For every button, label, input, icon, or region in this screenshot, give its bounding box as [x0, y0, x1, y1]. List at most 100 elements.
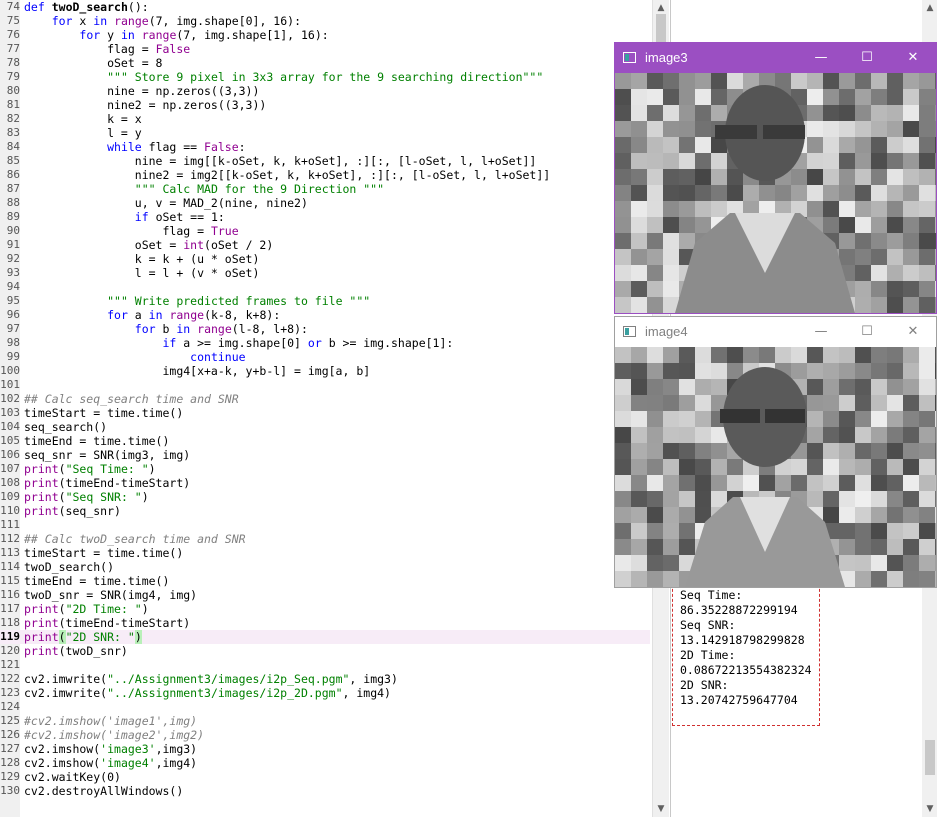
code-line[interactable]: 104 seq_search(): [0, 420, 650, 434]
code-text[interactable]: cv2.waitKey(0): [24, 770, 121, 784]
code-line[interactable]: 95 """ Write predicted frames to file ""…: [0, 294, 650, 308]
code-text[interactable]: """ Calc MAD for the 9 Direction """: [24, 182, 384, 196]
code-line[interactable]: 106 seq_snr = SNR(img3, img): [0, 448, 650, 462]
code-text[interactable]: nine2 = img2[[k-oSet, k, k+oSet], :][:, …: [24, 168, 550, 182]
image3-window[interactable]: image3 — ☐ ✕: [614, 42, 937, 314]
code-text[interactable]: print("2D Time: "): [24, 602, 149, 616]
code-text[interactable]: for x in range(7, img.shape[0], 16):: [24, 14, 301, 28]
code-line[interactable]: 105 timeEnd = time.time(): [0, 434, 650, 448]
code-text[interactable]: print(timeEnd-timeStart): [24, 476, 190, 490]
code-line[interactable]: 112 ## Calc twoD_search time and SNR: [0, 532, 650, 546]
code-line[interactable]: 82 k = x: [0, 112, 650, 126]
code-text[interactable]: for a in range(k-8, k+8):: [24, 308, 280, 322]
code-text[interactable]: u, v = MAD_2(nine, nine2): [24, 196, 308, 210]
code-text[interactable]: print(twoD_snr): [24, 644, 128, 658]
code-line[interactable]: 98 if a >= img.shape[0] or b >= img.shap…: [0, 336, 650, 350]
code-line[interactable]: 76 for y in range(7, img.shape[1], 16):: [0, 28, 650, 42]
code-text[interactable]: seq_search(): [24, 420, 107, 434]
code-text[interactable]: def twoD_search():: [24, 0, 149, 14]
code-line[interactable]: 102 ## Calc seq_search time and SNR: [0, 392, 650, 406]
code-line[interactable]: 80 nine = np.zeros((3,3)): [0, 84, 650, 98]
code-line[interactable]: 81 nine2 = np.zeros((3,3)): [0, 98, 650, 112]
code-line[interactable]: 90 flag = True: [0, 224, 650, 238]
code-line[interactable]: 110 print(seq_snr): [0, 504, 650, 518]
code-text[interactable]: while flag == False:: [24, 140, 246, 154]
code-editor[interactable]: 74 def twoD_search(): 75 for x in range(7,…: [0, 0, 655, 817]
scroll-down-arrow-icon[interactable]: ▼: [922, 801, 937, 817]
code-line[interactable]: 114 twoD_search(): [0, 560, 650, 574]
code-line[interactable]: 83 l = y: [0, 126, 650, 140]
code-line[interactable]: 78 oSet = 8: [0, 56, 650, 70]
code-text[interactable]: #cv2.imshow('image2',img2): [24, 728, 204, 742]
scroll-up-arrow-icon[interactable]: ▲: [922, 0, 937, 16]
code-line[interactable]: 93 l = l + (v * oSet): [0, 266, 650, 280]
maximize-icon[interactable]: ☐: [844, 43, 890, 73]
code-line[interactable]: 124: [0, 700, 650, 714]
code-line[interactable]: 92 k = k + (u * oSet): [0, 252, 650, 266]
image4-window[interactable]: image4 — ☐ ✕: [614, 316, 937, 588]
code-text[interactable]: """ Store 9 pixel in 3x3 array for the 9…: [24, 70, 543, 84]
code-line[interactable]: 123 cv2.imwrite("../Assignment3/images/i2…: [0, 686, 650, 700]
code-text[interactable]: timeStart = time.time(): [24, 406, 183, 420]
code-text[interactable]: cv2.imwrite("../Assignment3/images/i2p_2…: [24, 686, 391, 700]
code-line[interactable]: 107 print("Seq Time: "): [0, 462, 650, 476]
scroll-down-arrow-icon[interactable]: ▼: [653, 801, 669, 817]
code-text[interactable]: nine2 = np.zeros((3,3)): [24, 98, 266, 112]
code-text[interactable]: print(seq_snr): [24, 504, 121, 518]
code-text[interactable]: for b in range(l-8, l+8):: [24, 322, 308, 336]
code-text[interactable]: print("Seq SNR: "): [24, 490, 149, 504]
code-line[interactable]: 108 print(timeEnd-timeStart): [0, 476, 650, 490]
code-text[interactable]: print("Seq Time: "): [24, 462, 156, 476]
code-text[interactable]: twoD_snr = SNR(img4, img): [24, 588, 197, 602]
minimize-icon[interactable]: —: [798, 317, 844, 347]
code-line[interactable]: 111: [0, 518, 650, 532]
code-text[interactable]: """ Write predicted frames to file """: [24, 294, 370, 308]
code-line[interactable]: 119 print("2D SNR: "): [0, 630, 650, 644]
code-line[interactable]: 91 oSet = int(oSet / 2): [0, 238, 650, 252]
code-text[interactable]: ## Calc twoD_search time and SNR: [24, 532, 246, 546]
code-line[interactable]: 77 flag = False: [0, 42, 650, 56]
code-text[interactable]: if oSet == 1:: [24, 210, 225, 224]
code-text[interactable]: l = l + (v * oSet): [24, 266, 260, 280]
code-text[interactable]: nine = np.zeros((3,3)): [24, 84, 259, 98]
code-text[interactable]: l = y: [24, 126, 142, 140]
code-line[interactable]: 116 twoD_snr = SNR(img4, img): [0, 588, 650, 602]
close-icon[interactable]: ✕: [890, 317, 936, 347]
code-text[interactable]: timeStart = time.time(): [24, 546, 183, 560]
code-line[interactable]: 128 cv2.imshow('image4',img4): [0, 756, 650, 770]
code-line[interactable]: 79 """ Store 9 pixel in 3x3 array for th…: [0, 70, 650, 84]
code-text[interactable]: seq_snr = SNR(img3, img): [24, 448, 190, 462]
code-text[interactable]: k = x: [24, 112, 142, 126]
code-text[interactable]: continue: [24, 350, 245, 364]
code-line[interactable]: 121: [0, 658, 650, 672]
code-line[interactable]: 100 img4[x+a-k, y+b-l] = img[a, b]: [0, 364, 650, 378]
code-text[interactable]: oSet = int(oSet / 2): [24, 238, 274, 252]
code-line[interactable]: 85 nine = img[[k-oSet, k, k+oSet], :][:,…: [0, 154, 650, 168]
code-text[interactable]: flag = True: [24, 224, 238, 238]
code-line[interactable]: 75 for x in range(7, img.shape[0], 16):: [0, 14, 650, 28]
code-text[interactable]: twoD_search(): [24, 560, 114, 574]
editor-scroll-thumb[interactable]: [656, 14, 666, 42]
code-text[interactable]: img4[x+a-k, y+b-l] = img[a, b]: [24, 364, 370, 378]
code-text[interactable]: for y in range(7, img.shape[1], 16):: [24, 28, 328, 42]
code-text[interactable]: oSet = 8: [24, 56, 162, 70]
code-line[interactable]: 101: [0, 378, 650, 392]
code-lines[interactable]: 74 def twoD_search(): 75 for x in range(7,…: [0, 0, 650, 798]
code-text[interactable]: #cv2.imshow('image1',img): [24, 714, 197, 728]
code-text[interactable]: cv2.imshow('image3',img3): [24, 742, 197, 756]
code-line[interactable]: 117 print("2D Time: "): [0, 602, 650, 616]
code-text[interactable]: cv2.imwrite("../Assignment3/images/i2p_S…: [24, 672, 398, 686]
code-line[interactable]: 130 cv2.destroyAllWindows(): [0, 784, 650, 798]
code-line[interactable]: 115 timeEnd = time.time(): [0, 574, 650, 588]
code-line[interactable]: 103 timeStart = time.time(): [0, 406, 650, 420]
code-line[interactable]: 99 continue: [0, 350, 650, 364]
code-line[interactable]: 125 #cv2.imshow('image1',img): [0, 714, 650, 728]
code-line[interactable]: 84 while flag == False:: [0, 140, 650, 154]
code-text[interactable]: print(timeEnd-timeStart): [24, 616, 190, 630]
code-line[interactable]: 86 nine2 = img2[[k-oSet, k, k+oSet], :][…: [0, 168, 650, 182]
code-text[interactable]: k = k + (u * oSet): [24, 252, 260, 266]
code-text[interactable]: nine = img[[k-oSet, k, k+oSet], :][:, [l…: [24, 154, 537, 168]
code-line[interactable]: 113 timeStart = time.time(): [0, 546, 650, 560]
code-text[interactable]: cv2.imshow('image4',img4): [24, 756, 197, 770]
code-line[interactable]: 88 u, v = MAD_2(nine, nine2): [0, 196, 650, 210]
